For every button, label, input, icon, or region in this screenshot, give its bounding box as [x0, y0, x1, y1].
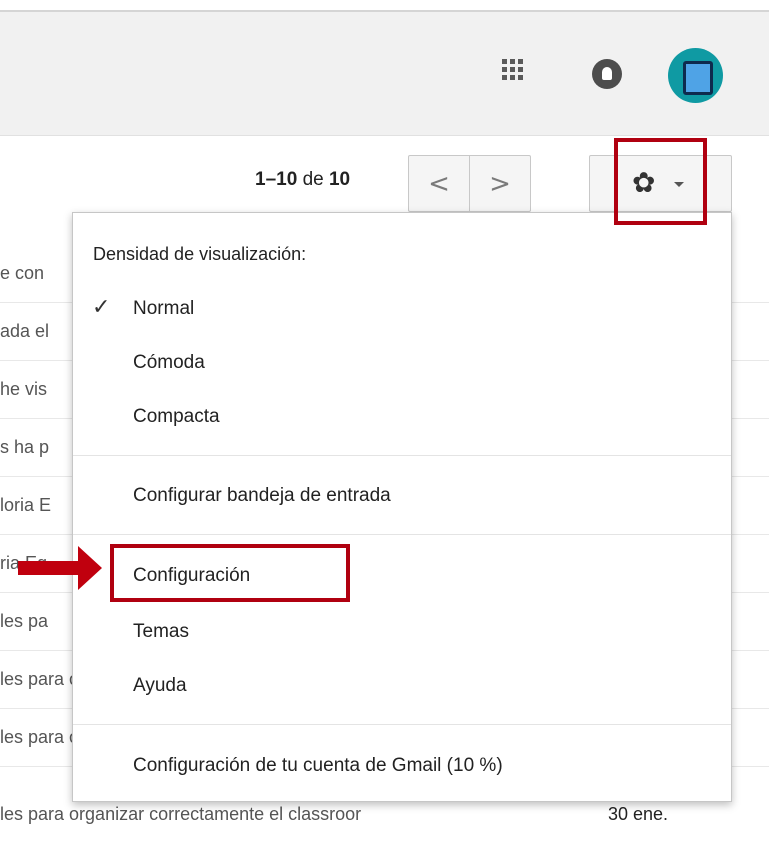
app-header — [0, 12, 769, 136]
density-comfortable-option[interactable]: Cómoda — [133, 352, 205, 374]
mail-snippet: les para organizar correctamente el clas… — [0, 804, 362, 824]
density-compact-option[interactable]: Compacta — [133, 406, 220, 428]
red-arrow-icon — [18, 546, 102, 590]
account-avatar[interactable] — [668, 48, 723, 103]
mail-snippet: he vis — [0, 379, 48, 399]
apps-grid-icon[interactable] — [502, 59, 529, 86]
pager-range: 1–10 de 10 — [255, 169, 350, 191]
mail-snippet: e con — [0, 263, 45, 283]
pager-of: de — [302, 169, 324, 190]
menu-divider — [73, 724, 731, 725]
mail-snippet: s ha p — [0, 437, 50, 457]
menu-divider — [73, 455, 731, 456]
mail-date: 30 ene. — [608, 804, 669, 824]
configure-inbox-item[interactable]: Configurar bandeja de entrada — [133, 485, 391, 507]
notifications-bell-icon[interactable] — [592, 59, 622, 89]
mail-snippet: les pa — [0, 611, 49, 631]
density-heading: Densidad de visualización: — [93, 244, 307, 264]
pager-range-start: 1–10 — [255, 169, 298, 190]
newer-page-button[interactable]: > — [469, 156, 530, 211]
account-storage-item[interactable]: Configuración de tu cuenta de Gmail (10 … — [133, 755, 503, 777]
gear-highlight-box — [614, 138, 707, 225]
older-page-button[interactable]: < — [409, 156, 469, 211]
settings-highlight-box — [110, 544, 350, 602]
mail-snippet: loria E — [0, 495, 52, 515]
density-normal-option[interactable]: Normal — [133, 298, 194, 320]
mail-snippet: ada el — [0, 321, 50, 341]
settings-dropdown-menu: Densidad de visualización: ✓ Normal Cómo… — [72, 212, 732, 802]
pagination-buttons: < > — [408, 155, 531, 212]
check-icon: ✓ — [92, 295, 111, 320]
help-item[interactable]: Ayuda — [133, 675, 187, 697]
menu-divider — [73, 534, 731, 535]
themes-item[interactable]: Temas — [133, 621, 189, 643]
pager-total: 10 — [328, 169, 351, 190]
